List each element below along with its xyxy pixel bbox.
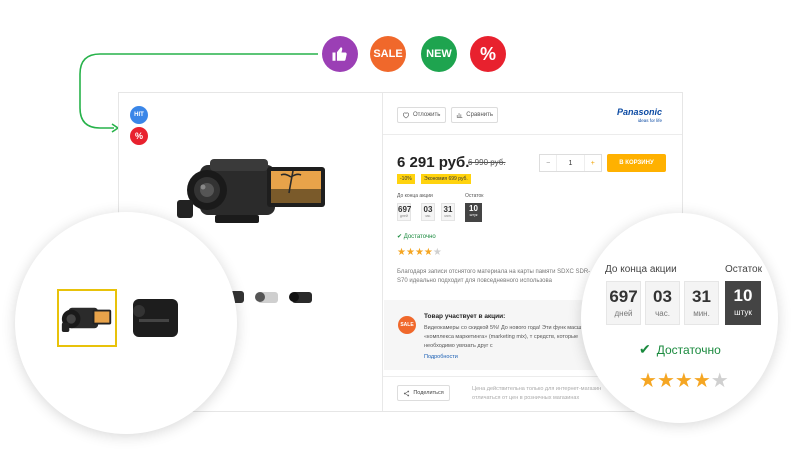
product-image[interactable] xyxy=(175,145,350,235)
stock-value: 10 xyxy=(469,204,478,213)
defer-button[interactable]: Отложить xyxy=(397,107,446,123)
magnified-timer-days: 697 дней xyxy=(606,281,641,325)
timer-days-unit: дней xyxy=(400,214,408,218)
promo-text: Видеокамеры со скидкой 5%! До нового год… xyxy=(424,325,601,349)
share-icon xyxy=(404,390,410,396)
check-icon: ✔ xyxy=(397,234,403,240)
brand-name: Panasonic xyxy=(616,107,662,117)
magnified-availability-text: Достаточно xyxy=(656,342,721,357)
rating-stars[interactable]: ★★★★★ xyxy=(397,247,442,258)
magnified-timer-label: До конца акции xyxy=(605,264,677,275)
magnified-stock-unit: штук xyxy=(734,308,752,317)
add-to-cart-button[interactable]: В КОРЗИНУ xyxy=(607,154,666,172)
magnified-hours-value: 03 xyxy=(653,287,672,306)
bar-chart-icon xyxy=(456,113,463,118)
star-icon: ★ xyxy=(656,370,675,392)
share-button[interactable]: Поделиться xyxy=(397,385,450,401)
timer-hours-value: 03 xyxy=(423,205,433,214)
magnified-stock-value: 10 xyxy=(733,286,753,305)
magnified-hours-unit: час. xyxy=(655,309,670,318)
gallery-thumb-5[interactable] xyxy=(286,287,316,307)
timer-minutes-value: 31 xyxy=(443,205,453,214)
star-icon: ★ xyxy=(639,370,657,392)
timer-label: До конца акции xyxy=(397,193,433,199)
sale-badge: SALE xyxy=(370,36,406,72)
card-divider xyxy=(382,93,383,411)
defer-label: Отложить xyxy=(413,112,441,118)
quantity-minus-button[interactable]: − xyxy=(540,155,556,171)
magnified-days-unit: дней xyxy=(614,309,633,318)
availability-text: Достаточно xyxy=(403,234,436,240)
brand-logo[interactable]: Panasonic ideas for life xyxy=(612,107,662,123)
timer-hours-unit: час. xyxy=(424,214,432,218)
star-icon: ★ xyxy=(692,370,711,392)
gallery-thumb-4[interactable] xyxy=(252,287,282,307)
stock-box: 10 штук xyxy=(465,203,482,222)
discount-tag: -10% xyxy=(397,174,415,184)
timer-minutes-unit: мин. xyxy=(444,214,452,218)
magnified-days-value: 697 xyxy=(609,287,638,306)
gallery-thumb-1[interactable] xyxy=(57,289,117,347)
header-divider xyxy=(383,134,682,135)
star-icon: ★ xyxy=(414,247,424,258)
magnified-timer-minutes: 31 мин. xyxy=(684,281,719,325)
timer-minutes: 31 мин. xyxy=(441,203,455,221)
brand-slogan: ideas for life xyxy=(637,118,662,123)
magnified-stock-box: 10 штук xyxy=(725,281,761,325)
timer-days: 697 дней xyxy=(397,203,411,221)
star-icon: ★ xyxy=(397,247,406,258)
promo-details-link[interactable]: Подробности xyxy=(424,354,458,360)
quantity-input[interactable]: 1 xyxy=(556,155,585,171)
old-price: 6 990 руб. xyxy=(468,158,506,167)
promo-title: Товар участвует в акции: xyxy=(424,313,506,320)
new-badge: NEW xyxy=(421,36,457,72)
hit-badge: HIT xyxy=(130,106,148,124)
current-price: 6 291 руб. xyxy=(397,154,470,171)
magnified-minutes-value: 31 xyxy=(692,287,711,306)
heart-icon xyxy=(402,112,410,119)
like-badge xyxy=(322,36,358,72)
availability-status: ✔ Достаточно xyxy=(397,233,436,240)
thumbs-up-icon xyxy=(332,47,347,61)
magnified-stock-label: Остаток xyxy=(725,264,762,275)
gallery-thumb-2[interactable] xyxy=(127,289,182,347)
compare-label: Сравнить xyxy=(466,112,493,118)
timer-hours: 03 час. xyxy=(421,203,435,221)
compare-button[interactable]: Сравнить xyxy=(451,107,498,123)
check-icon: ✔ xyxy=(639,341,651,357)
percent-badge: % xyxy=(130,127,148,145)
product-description: Благодаря записи отснятого материала на … xyxy=(397,269,591,284)
star-icon: ★ xyxy=(423,247,433,258)
sale-icon: SALE xyxy=(398,316,416,334)
magnified-availability: ✔ Достаточно xyxy=(639,341,721,358)
star-icon: ★ xyxy=(674,370,693,392)
price-note: Цена действительна только для интернет-м… xyxy=(472,386,602,401)
magnified-rating-stars: ★★★★★ xyxy=(639,368,729,393)
share-label: Поделиться xyxy=(413,390,444,396)
magnified-timer-hours: 03 час. xyxy=(645,281,680,325)
timer-days-value: 697 xyxy=(398,205,412,214)
stock-label: Остаток xyxy=(465,193,484,199)
stock-unit: штук xyxy=(469,213,478,217)
gallery-magnifier xyxy=(15,212,237,434)
savings-tag: Экономия 699 руб. xyxy=(421,174,471,184)
star-empty-icon: ★ xyxy=(432,247,442,258)
star-icon: ★ xyxy=(405,247,415,258)
discount-badge: % xyxy=(470,36,506,72)
quantity-plus-button[interactable]: + xyxy=(585,155,601,171)
magnified-minutes-unit: мин. xyxy=(693,309,710,318)
quantity-stepper: − 1 + xyxy=(539,154,602,172)
star-empty-icon: ★ xyxy=(710,370,729,392)
